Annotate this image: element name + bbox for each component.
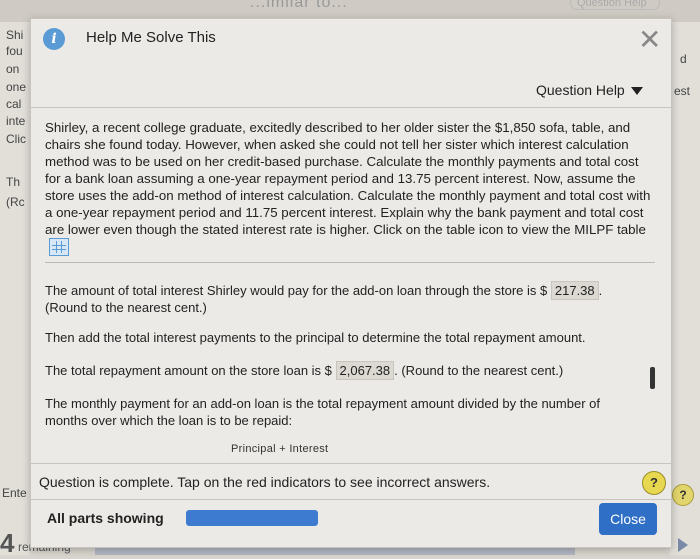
question-body: Shirley, a recent college graduate, exci… bbox=[45, 120, 651, 237]
formula-text: Principal + Interest bbox=[231, 443, 329, 455]
answer-step-1-note: (Round to the nearest cent.) bbox=[45, 300, 207, 315]
bg-word: Clic bbox=[6, 132, 26, 146]
info-icon: i bbox=[43, 28, 65, 50]
close-button[interactable]: Close bbox=[599, 503, 657, 535]
answer-text: The amount of total interest Shirley wou… bbox=[45, 283, 548, 298]
parts-progress-bar bbox=[186, 510, 318, 526]
bg-word: on bbox=[6, 62, 20, 76]
divider bbox=[31, 463, 671, 464]
answer-step-1: The amount of total interest Shirley wou… bbox=[45, 281, 635, 300]
help-icon[interactable]: ? bbox=[642, 471, 666, 495]
table-icon[interactable] bbox=[49, 238, 69, 257]
bg-word: one bbox=[6, 80, 27, 94]
answer-step-2: Then add the total interest payments to … bbox=[45, 330, 586, 345]
status-message: Question is complete. Tap on the red ind… bbox=[39, 474, 491, 490]
answer-text: . (Round to the nearest cent.) bbox=[394, 363, 564, 378]
background-question-help: Question Help bbox=[570, 0, 660, 10]
bg-word: Shi bbox=[6, 28, 24, 42]
answer-step-3: The total repayment amount on the store … bbox=[45, 361, 635, 380]
dialog-title: Help Me Solve This bbox=[86, 29, 216, 46]
help-me-solve-dialog: i Help Me Solve This ✕ Question Help Shi… bbox=[30, 18, 672, 548]
bg-word: d bbox=[680, 52, 687, 66]
bg-word: cal bbox=[6, 97, 22, 111]
background-right-column: d est bbox=[670, 22, 700, 555]
next-arrow-icon bbox=[678, 538, 688, 552]
divider bbox=[45, 262, 655, 263]
caret-down-icon bbox=[630, 87, 643, 96]
background-help-icon: ? bbox=[672, 484, 694, 506]
dialog-header: i Help Me Solve This ✕ bbox=[31, 19, 671, 59]
divider bbox=[31, 107, 671, 108]
bg-word: Th bbox=[6, 175, 21, 189]
parts-showing-label: All parts showing bbox=[47, 510, 164, 526]
answer-value-total: 2,067.38 bbox=[335, 361, 395, 380]
question-help-dropdown[interactable]: Question Help bbox=[536, 82, 643, 98]
scrollbar-thumb[interactable] bbox=[650, 367, 655, 389]
answer-value-interest: 217.38 bbox=[550, 281, 599, 300]
answer-text: . bbox=[598, 283, 603, 298]
bg-word: inte bbox=[6, 114, 26, 128]
progress-fill bbox=[186, 510, 318, 526]
background-enter-label: Ente bbox=[2, 486, 27, 500]
bg-word: (Rc bbox=[6, 195, 25, 209]
answer-text: The total repayment amount on the store … bbox=[45, 363, 332, 378]
bg-word: est bbox=[674, 84, 691, 98]
remaining-count: 4 bbox=[0, 528, 15, 558]
bg-word: fou bbox=[6, 44, 23, 58]
answer-step-4: The monthly payment for an add-on loan i… bbox=[45, 396, 600, 428]
background-title: ...imilar to... bbox=[250, 0, 348, 11]
question-help-label: Question Help bbox=[536, 82, 625, 98]
divider bbox=[31, 499, 671, 500]
close-icon[interactable]: ✕ bbox=[638, 23, 661, 56]
background-left-column: Shi fou on one cal inte Clic Th (Rc bbox=[0, 22, 30, 555]
question-text: Shirley, a recent college graduate, exci… bbox=[45, 119, 655, 257]
